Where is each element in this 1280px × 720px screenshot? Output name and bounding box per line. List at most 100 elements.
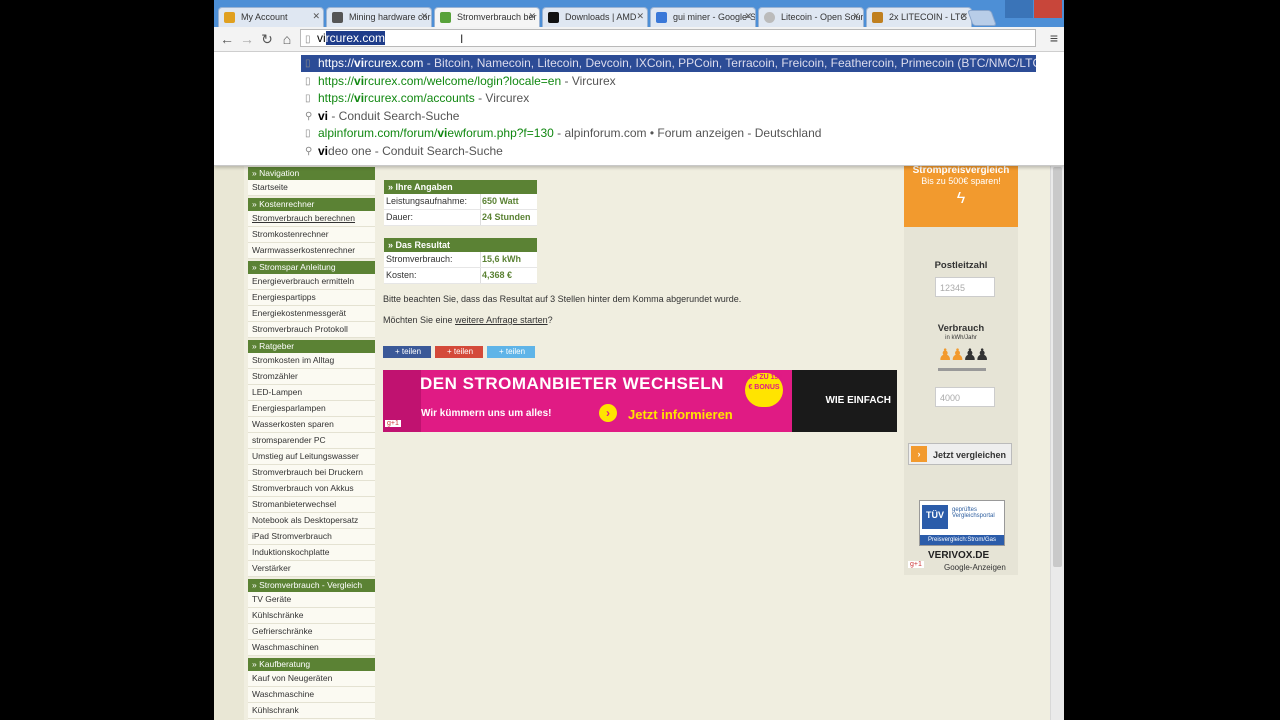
sidebar-link[interactable]: Warmwasserkostenrechner bbox=[248, 243, 375, 259]
sidebar-link[interactable]: Kühlschränke bbox=[248, 608, 375, 624]
verbrauch-input[interactable]: 4000 bbox=[935, 387, 995, 407]
google-ads-label[interactable]: Google-Anzeigen bbox=[944, 563, 1006, 572]
omnibox-suggestion[interactable]: ⚲ video one - Conduit Search-Suche bbox=[301, 143, 1036, 160]
dauer-row: Dauer: 24 Stunden bbox=[384, 210, 537, 226]
sidebar-link[interactable]: stromsparender PC bbox=[248, 433, 375, 449]
bonus-badge: BIS ZU 194 € BONUS bbox=[745, 373, 783, 407]
sidebar-link[interactable]: Waschmaschine bbox=[248, 687, 375, 703]
close-tab-icon[interactable]: ✕ bbox=[636, 11, 644, 22]
sidebar-link[interactable]: Waschmaschinen bbox=[248, 640, 375, 656]
suggestion-post: rcurex.com/accounts bbox=[364, 91, 475, 106]
tab-favicon bbox=[224, 12, 235, 23]
sidebar-link[interactable]: Energieverbrauch ermitteln bbox=[248, 274, 375, 290]
suggestion-pre: https:// bbox=[318, 73, 355, 88]
googleplus-share-button[interactable]: + teilen bbox=[435, 346, 483, 358]
sidebar-link[interactable]: Gefrierschränke bbox=[248, 624, 375, 640]
text-cursor-icon: I bbox=[460, 32, 464, 46]
compare-button[interactable]: › Jetzt vergleichen bbox=[908, 443, 1012, 465]
sidebar-link[interactable]: Notebook als Desktopersatz bbox=[248, 513, 375, 529]
tuv-text: geprüftes Vergleichsportal bbox=[952, 507, 995, 519]
suggestion-pre: https:// bbox=[318, 56, 355, 70]
minimize-button[interactable] bbox=[1005, 0, 1033, 18]
sidebar-link[interactable]: Wasserkosten sparen bbox=[248, 417, 375, 433]
sidebar-link[interactable]: Stromkosten im Alltag bbox=[248, 353, 375, 369]
page-icon: ▯ bbox=[305, 58, 311, 69]
close-tab-icon[interactable]: ✕ bbox=[852, 11, 860, 22]
omnibox-suggestion[interactable]: ▯ https://vircurex.com - Bitcoin, Namecoi… bbox=[301, 55, 1036, 72]
reload-icon[interactable]: ↻ bbox=[258, 30, 276, 48]
tab-gui-miner[interactable]: gui miner - Google-S ✕ bbox=[650, 7, 756, 27]
kosten-row: Kosten: 4,368 € bbox=[384, 268, 537, 284]
arrow-right-icon: › bbox=[911, 446, 927, 462]
menu-icon[interactable]: ≡ bbox=[1050, 30, 1058, 46]
tab-favicon bbox=[332, 12, 343, 23]
facebook-share-button[interactable]: + teilen bbox=[383, 346, 431, 358]
sidebar-link[interactable]: Stromzähler bbox=[248, 369, 375, 385]
sidebar-link[interactable]: Energiesparlampen bbox=[248, 401, 375, 417]
tuv-seal: TÜV SAARLAND geprüftes Vergleichsportal … bbox=[919, 500, 1005, 546]
tab-label: 2x LITECOIN - LTC bbox=[889, 12, 967, 22]
sidebar-link[interactable]: Stromkostenrechner bbox=[248, 227, 375, 243]
scrollbar-thumb[interactable] bbox=[1053, 167, 1062, 567]
ad-brand: WIE EINFACH bbox=[792, 370, 897, 432]
tab-strip: My Account ✕ Mining hardware cor ✕ Stromve… bbox=[214, 0, 1064, 27]
home-icon[interactable]: ⌂ bbox=[278, 30, 296, 48]
tab-litecoin[interactable]: Litecoin - Open Sour ✕ bbox=[758, 7, 864, 27]
omnibox-suggestion[interactable]: ⚲ vi - Conduit Search-Suche bbox=[301, 108, 1036, 125]
sidebar-link[interactable]: Umstieg auf Leitungswasser bbox=[248, 449, 375, 465]
suggestion-desc: - Conduit Search-Suche bbox=[371, 144, 503, 158]
tab-downloads-amd[interactable]: Downloads | AMD ✕ bbox=[542, 7, 648, 27]
verbrauch-label: Stromverbrauch: bbox=[386, 254, 453, 264]
close-tab-icon[interactable]: ✕ bbox=[528, 11, 536, 22]
close-tab-icon[interactable]: ✕ bbox=[744, 11, 752, 22]
vertical-scrollbar[interactable] bbox=[1050, 165, 1064, 720]
sidebar-link[interactable]: Stromanbieterwechsel bbox=[248, 497, 375, 513]
page-icon: ▯ bbox=[305, 128, 311, 140]
new-request-link[interactable]: weitere Anfrage starten bbox=[455, 315, 548, 325]
forward-arrow-icon[interactable]: → bbox=[238, 30, 256, 48]
sidebar-nav: » Navigation Startseite» Kostenrechner Str… bbox=[248, 165, 375, 720]
close-tab-icon[interactable]: ✕ bbox=[420, 11, 428, 22]
close-tab-icon[interactable]: ✕ bbox=[312, 11, 320, 22]
plz-input[interactable]: 12345 bbox=[935, 277, 995, 297]
again-text: Möchten Sie eine weitere Anfrage starten… bbox=[383, 315, 553, 325]
persons-icon[interactable]: ♟♟♟♟ bbox=[938, 345, 989, 365]
gplus-button[interactable]: g+1 bbox=[908, 561, 924, 568]
address-bar[interactable]: ▯ vircurex.com bbox=[300, 29, 1036, 47]
sidebar-link[interactable]: Induktionskochplatte bbox=[248, 545, 375, 561]
banner-ad[interactable]: DEN STROMANBIETER WECHSELN Wir kümmern u… bbox=[383, 370, 897, 432]
address-typed-text: vi bbox=[317, 31, 326, 45]
sidebar-link[interactable]: Stromverbrauch berechnen bbox=[248, 211, 375, 227]
sidebar-link[interactable]: Kauf von Neugeräten bbox=[248, 671, 375, 687]
ad-cta[interactable]: Jetzt informieren bbox=[628, 407, 733, 422]
sidebar-link[interactable]: Stromverbrauch bei Druckern bbox=[248, 465, 375, 481]
close-window-button[interactable] bbox=[1034, 0, 1062, 18]
usage-slider[interactable] bbox=[938, 368, 986, 371]
tab-mining-hardware[interactable]: Mining hardware cor ✕ bbox=[326, 7, 432, 27]
sidebar-link[interactable]: Energiekostenmessgerät bbox=[248, 306, 375, 322]
sidebar-section-header: » Kaufberatung bbox=[248, 658, 375, 671]
twitter-share-button[interactable]: + teilen bbox=[487, 346, 535, 358]
tab-stromverbrauch[interactable]: Stromverbrauch ber ✕ bbox=[434, 7, 540, 27]
omnibox-suggestion[interactable]: ▯ alpinforum.com/forum/viewforum.php?f=13… bbox=[301, 125, 1036, 142]
omnibox-suggestion[interactable]: ▯ https://vircurex.com/accounts - Vircure… bbox=[301, 90, 1036, 107]
sidebar-link[interactable]: Kühlschrank bbox=[248, 703, 375, 719]
sidebar-link[interactable]: TV Geräte bbox=[248, 592, 375, 608]
omnibox-suggestion[interactable]: ▯ https://vircurex.com/welcome/login?loca… bbox=[301, 73, 1036, 90]
sidebar-link[interactable]: LED-Lampen bbox=[248, 385, 375, 401]
verbrauch-value: 15,6 kWh bbox=[482, 254, 522, 264]
sidebar-link[interactable]: Verstärker bbox=[248, 561, 375, 577]
gplus-button[interactable]: g+1 bbox=[385, 420, 401, 427]
sidebar-link[interactable]: Stromverbrauch von Akkus bbox=[248, 481, 375, 497]
sidebar-link[interactable]: iPad Stromverbrauch bbox=[248, 529, 375, 545]
tab-my-account[interactable]: My Account ✕ bbox=[218, 7, 324, 27]
sidebar-link[interactable]: Stromverbrauch Protokoll bbox=[248, 322, 375, 338]
new-tab-button[interactable] bbox=[967, 10, 997, 26]
tab-2x-litecoin[interactable]: 2x LITECOIN - LTC ✕ bbox=[866, 7, 972, 27]
suggestion-desc: - Conduit Search-Suche bbox=[328, 108, 460, 123]
back-arrow-icon[interactable]: ← bbox=[218, 30, 236, 48]
sidebar-link[interactable]: Energiespartipps bbox=[248, 290, 375, 306]
resultat-box: » Das Resultat Stromverbrauch: 15,6 kWh K… bbox=[384, 238, 537, 284]
sidebar-link[interactable]: Startseite bbox=[248, 180, 375, 196]
close-tab-icon[interactable]: ✕ bbox=[960, 11, 968, 22]
